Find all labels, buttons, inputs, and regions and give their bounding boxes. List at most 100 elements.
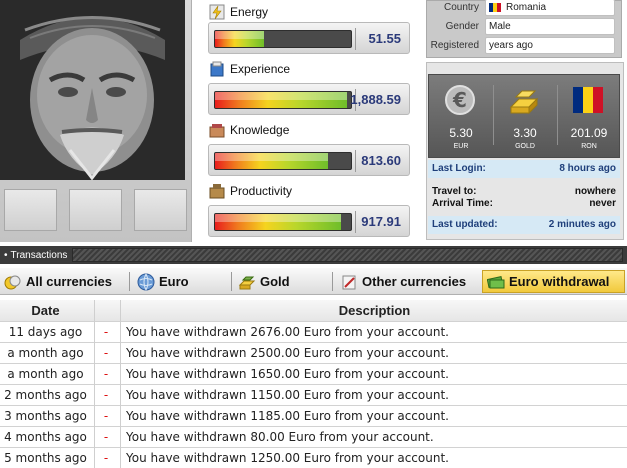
energy-icon	[209, 4, 225, 20]
gold-icon	[238, 276, 256, 289]
last-updated-value: 2 minutes ago	[548, 219, 616, 230]
row-date: 3 months ago	[4, 409, 87, 423]
profile-info-panel: Country Romania Gender Male Registered y…	[426, 0, 622, 58]
tab-other-currencies[interactable]: Other currencies	[336, 270, 480, 293]
row-description: You have withdrawn 1250.00 Euro from you…	[126, 451, 449, 465]
productivity-bar	[214, 213, 352, 231]
profile-area: Energy 51.55 Experience 1,888.59 Knowled…	[0, 0, 627, 244]
row-mark: -	[103, 388, 109, 402]
svg-text:€: €	[452, 88, 467, 112]
knowledge-bar-box: 813.60	[208, 144, 410, 176]
travel-to-value: nowhere	[574, 186, 616, 197]
arrival-label: Arrival Time:	[432, 198, 493, 209]
experience-icon	[210, 61, 224, 77]
money-icon	[487, 275, 505, 288]
last-updated-row: Last updated: 2 minutes ago	[428, 216, 620, 234]
romania-flag-icon	[573, 87, 603, 113]
knowledge-label-row: Knowledge	[208, 120, 289, 140]
stat-value: 813.60	[361, 153, 401, 168]
row-mark: -	[103, 325, 109, 339]
column-date: Date	[31, 303, 60, 318]
gender-value: Male	[485, 17, 615, 35]
currency-gold: 3.30 GOLD	[493, 75, 557, 159]
country-name: Romania	[506, 1, 547, 13]
tab-gold[interactable]: Gold	[234, 270, 330, 293]
stat-label: Productivity	[230, 184, 293, 198]
last-login-value: 8 hours ago	[559, 163, 616, 174]
column-description: Description	[338, 303, 411, 318]
experience-label-row: Experience	[208, 59, 290, 79]
inventory-slot[interactable]	[134, 189, 187, 231]
country-label: Country	[443, 1, 479, 13]
arrival-value: never	[589, 198, 616, 209]
knowledge-icon	[209, 124, 225, 138]
stat-value: 51.55	[368, 31, 401, 46]
energy-bar-box: 51.55	[208, 22, 410, 54]
country-row: Country Romania	[427, 0, 623, 16]
row-mark: -	[103, 451, 109, 465]
stat-value: 917.91	[361, 214, 401, 229]
currency-ron: 201.09 RON	[557, 75, 621, 159]
tab-label: All currencies	[26, 274, 112, 289]
row-description: You have withdrawn 1185.00 Euro from you…	[126, 409, 449, 423]
last-updated-label: Last updated:	[432, 219, 498, 230]
stat-label: Knowledge	[230, 123, 290, 137]
row-mark: -	[103, 430, 109, 444]
row-description: You have withdrawn 1150.00 Euro from you…	[126, 388, 449, 402]
tab-euro[interactable]: Euro	[133, 270, 229, 293]
arrival-row: Arrival Time: never	[432, 198, 616, 211]
registered-value: years ago	[485, 36, 615, 54]
currency-amount: 3.30	[513, 126, 537, 140]
row-date: a month ago	[7, 346, 84, 360]
tab-label: Gold	[260, 274, 290, 289]
registered-row: Registered years ago	[427, 36, 623, 54]
stat-label: Energy	[230, 5, 269, 19]
currency-code: RON	[581, 143, 597, 150]
productivity-bar-box: 917.91	[208, 205, 410, 237]
productivity-icon	[209, 184, 225, 199]
transactions-title-text: Transactions	[10, 249, 68, 261]
row-description: You have withdrawn 80.00 Euro from your …	[126, 430, 434, 444]
transactions-header: • Transactions	[0, 246, 627, 264]
avatar-frame	[0, 0, 192, 242]
coins-icon	[4, 275, 21, 289]
currency-code: GOLD	[515, 143, 535, 150]
row-date: 11 days ago	[8, 325, 83, 339]
experience-bar-box: 1,888.59	[208, 83, 410, 115]
row-date: 2 months ago	[4, 388, 87, 402]
row-description: You have withdrawn 2676.00 Euro from you…	[126, 325, 449, 339]
currency-amount: 201.09	[570, 126, 608, 140]
last-login-label: Last Login:	[432, 163, 486, 174]
currency-amount: 5.30	[449, 126, 473, 140]
inventory-slot[interactable]	[4, 189, 57, 231]
energy-bar	[214, 30, 352, 48]
currency-eur: € 5.30 EUR	[429, 75, 493, 159]
avatar[interactable]	[0, 0, 185, 180]
energy-label-row: Energy	[208, 2, 268, 22]
tab-euro-withdrawal[interactable]: Euro withdrawal	[482, 270, 625, 293]
productivity-label-row: Productivity	[208, 181, 292, 201]
romania-flag-icon	[489, 2, 501, 12]
stat-label: Experience	[230, 62, 291, 76]
currency-panel: € 5.30 EUR 3.30 GOLD 201.09 RON	[428, 74, 620, 158]
pen-icon	[342, 275, 356, 289]
tab-label: Other currencies	[362, 274, 467, 289]
row-mark: -	[103, 346, 109, 360]
gender-row: Gender Male	[427, 17, 623, 35]
country-value[interactable]: Romania	[485, 0, 615, 16]
currency-tabs: All currencies Euro Gold Other currencie…	[0, 268, 627, 295]
row-date: a month ago	[7, 367, 84, 381]
inventory-slot[interactable]	[69, 189, 122, 231]
row-description: You have withdrawn 1650.00 Euro from you…	[126, 367, 449, 381]
stat-value: 1,888.59	[350, 92, 401, 107]
gold-icon	[509, 90, 539, 115]
travel-to-label: Travel to:	[432, 186, 477, 197]
row-date: 4 months ago	[4, 430, 87, 444]
row-date: 5 months ago	[4, 451, 87, 465]
tab-all-currencies[interactable]: All currencies	[0, 270, 128, 293]
globe-icon	[137, 273, 155, 290]
tab-label: Euro	[159, 274, 189, 289]
travel-info: Travel to: nowhere Arrival Time: never	[428, 184, 620, 214]
experience-bar	[214, 91, 352, 109]
last-login-row: Last Login: 8 hours ago	[428, 160, 620, 178]
